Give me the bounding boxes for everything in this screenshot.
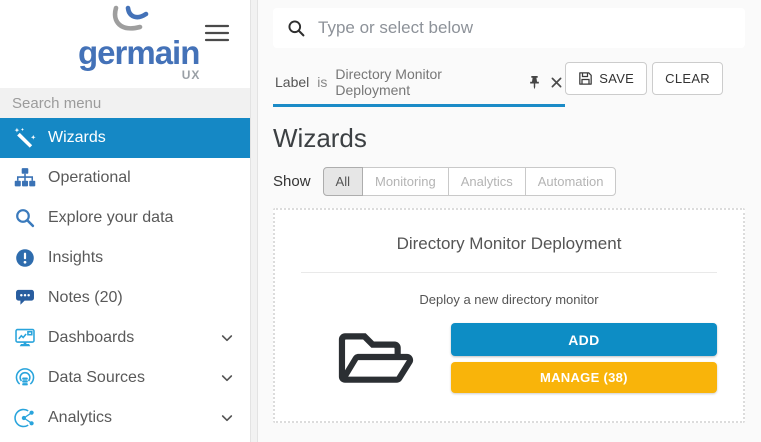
tab-analytics[interactable]: Analytics bbox=[448, 167, 526, 196]
logo-swoosh-icon bbox=[104, 5, 150, 39]
logo-row: germain UX bbox=[0, 0, 250, 88]
chevron-down-icon bbox=[219, 370, 235, 386]
clear-button[interactable]: CLEAR bbox=[652, 62, 723, 95]
sidebar-item-explore-your-data[interactable]: Explore your data bbox=[0, 198, 250, 238]
card-buttons: ADD MANAGE (38) bbox=[451, 323, 717, 393]
brand-logo: germain UX bbox=[78, 36, 199, 69]
filter-value: Directory Monitor Deployment bbox=[335, 66, 519, 98]
sidebar-item-wizards[interactable]: Wizards bbox=[0, 118, 250, 158]
sidebar-item-label: Explore your data bbox=[48, 209, 173, 227]
chat-bubble-icon bbox=[13, 287, 37, 309]
sidebar-search-input[interactable] bbox=[0, 88, 250, 118]
pushpin-icon[interactable] bbox=[527, 75, 542, 90]
filter-chip[interactable]: Label is Directory Monitor Deployment bbox=[273, 62, 565, 107]
hamburger-menu-icon[interactable] bbox=[204, 22, 230, 47]
main-content: Label is Directory Monitor Deployment SA… bbox=[258, 0, 761, 442]
sidebar-item-dashboards[interactable]: Dashboards bbox=[0, 318, 250, 358]
show-label: Show bbox=[273, 173, 311, 190]
open-folder-icon bbox=[301, 325, 451, 391]
sidebar-item-operational[interactable]: Operational bbox=[0, 158, 250, 198]
global-search-box[interactable] bbox=[273, 8, 745, 48]
filter-field: Label bbox=[275, 74, 309, 90]
wizard-card: Directory Monitor Deployment Deploy a ne… bbox=[273, 208, 745, 423]
sidebar-nav: Wizards Operational bbox=[0, 118, 250, 438]
add-button[interactable]: ADD bbox=[451, 323, 717, 356]
search-icon bbox=[287, 19, 306, 38]
sidebar-item-analytics[interactable]: Analytics bbox=[0, 398, 250, 438]
save-disk-icon bbox=[578, 71, 593, 86]
network-nodes-icon bbox=[13, 407, 37, 429]
sitemap-icon bbox=[13, 167, 37, 189]
database-signal-icon bbox=[13, 367, 37, 389]
sidebar-item-label: Insights bbox=[48, 249, 103, 267]
sidebar: germain UX Wizards bbox=[0, 0, 250, 442]
sidebar-item-insights[interactable]: Insights bbox=[0, 238, 250, 278]
sidebar-item-label: Analytics bbox=[48, 409, 112, 427]
card-body: ADD MANAGE (38) bbox=[301, 323, 717, 393]
category-tabs: All Monitoring Analytics Automation bbox=[323, 167, 617, 196]
app-window: germain UX Wizards bbox=[0, 0, 761, 442]
magnifier-icon bbox=[13, 207, 37, 229]
monitor-chart-icon bbox=[13, 327, 37, 349]
brand-name: germain bbox=[78, 34, 199, 71]
sidebar-item-label: Data Sources bbox=[48, 369, 145, 387]
save-button[interactable]: SAVE bbox=[565, 62, 647, 95]
manage-button[interactable]: MANAGE (38) bbox=[451, 362, 717, 393]
sidebar-item-label: Notes (20) bbox=[48, 289, 123, 307]
page-title: Wizards bbox=[273, 123, 745, 154]
sidebar-item-label: Dashboards bbox=[48, 329, 134, 347]
filter-actions: SAVE CLEAR bbox=[565, 62, 723, 95]
filter-operator: is bbox=[317, 74, 327, 90]
card-title: Directory Monitor Deployment bbox=[301, 234, 717, 254]
sidebar-item-notes[interactable]: Notes (20) bbox=[0, 278, 250, 318]
save-button-label: SAVE bbox=[599, 71, 634, 86]
sidebar-item-label: Operational bbox=[48, 169, 131, 187]
show-filter-row: Show All Monitoring Analytics Automation bbox=[273, 167, 745, 196]
filter-row: Label is Directory Monitor Deployment SA… bbox=[273, 62, 745, 107]
sidebar-item-data-sources[interactable]: Data Sources bbox=[0, 358, 250, 398]
tab-monitoring[interactable]: Monitoring bbox=[362, 167, 449, 196]
chevron-down-icon bbox=[219, 410, 235, 426]
global-search-input[interactable] bbox=[318, 18, 731, 38]
tab-all[interactable]: All bbox=[323, 167, 363, 196]
tab-automation[interactable]: Automation bbox=[525, 167, 617, 196]
brand-sub: UX bbox=[182, 68, 201, 82]
close-icon[interactable] bbox=[550, 77, 563, 88]
sidebar-scrollbar[interactable] bbox=[250, 0, 258, 442]
card-description: Deploy a new directory monitor bbox=[301, 292, 717, 307]
chevron-down-icon bbox=[219, 330, 235, 346]
magic-wand-icon bbox=[13, 127, 37, 149]
card-divider bbox=[301, 272, 717, 273]
clear-button-label: CLEAR bbox=[665, 71, 710, 86]
sidebar-item-label: Wizards bbox=[48, 129, 106, 147]
alert-circle-icon bbox=[13, 247, 37, 269]
